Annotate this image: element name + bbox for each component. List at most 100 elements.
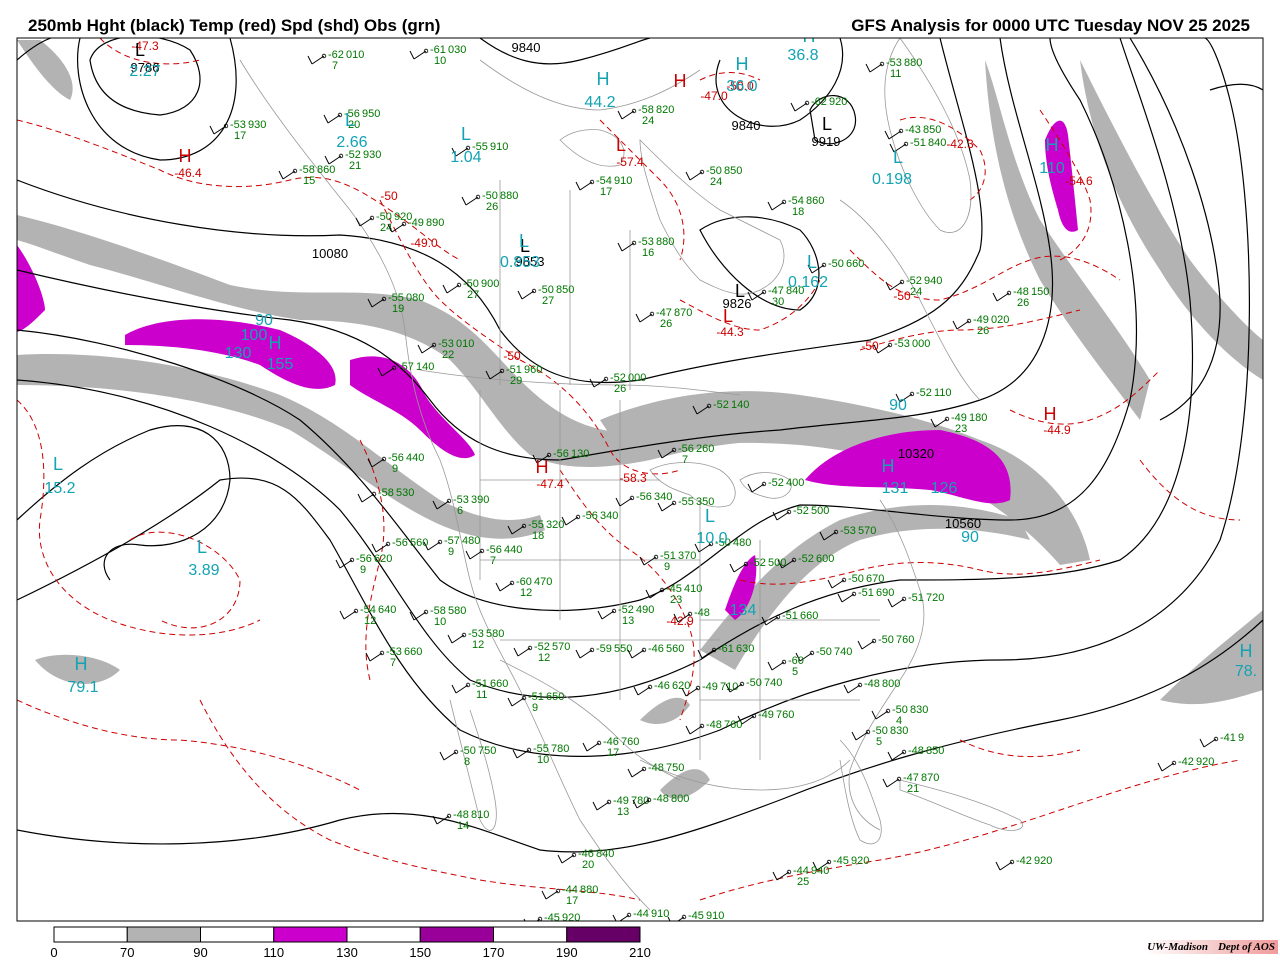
wind-barb-flag (513, 647, 519, 657)
wind-barb-flag (409, 50, 415, 60)
obs-height: 740 (764, 677, 782, 689)
wind-speed-label: 78. (1235, 663, 1257, 680)
wind-barb-flag (885, 281, 891, 291)
low-center-marker: L (735, 281, 745, 301)
wind-barb-flag (447, 634, 453, 644)
obs-height: 660 (800, 610, 818, 622)
wind-barb-flag (357, 493, 363, 503)
station-observation: -50 8304 (871, 704, 928, 727)
temperature-contour-label: -50 (861, 339, 879, 353)
station-observation: -50 88026 (461, 190, 518, 213)
temp-contour-4 (129, 531, 241, 629)
height-contour-9840-north (479, 38, 651, 65)
obs-height: 820 (656, 104, 674, 116)
height-contour-11280 (17, 619, 1263, 853)
obs-height: 840 (928, 137, 946, 149)
wind-barb-flag (729, 563, 735, 573)
station-observation: -59 550 (575, 643, 632, 659)
height-contour-label: 10080 (312, 246, 348, 261)
obs-height: 480 (462, 535, 480, 547)
temperature-contour-label: -50 (503, 349, 521, 363)
wind-speed-label: 134 (730, 602, 757, 619)
temp-contour-20 (699, 759, 1241, 901)
obs-temperature: -45 (833, 855, 849, 867)
obs-temperature: -52 (916, 387, 932, 399)
obs-dewpoint-depression: 10 (434, 616, 446, 628)
wind-barb-flag (617, 110, 623, 120)
wind-speed-label: 130 (225, 345, 252, 362)
temp-contour-21 (1139, 459, 1241, 521)
wind-barb-flag (871, 710, 877, 720)
obs-height: 850 (923, 124, 941, 136)
obs-height: 920 (1034, 855, 1052, 867)
wind-barb-flag (992, 292, 998, 302)
obs-height: 630 (736, 643, 754, 655)
obs-height: 800 (671, 793, 689, 805)
station-observation: -46 76017 (582, 736, 639, 759)
obs-height: 640 (378, 604, 396, 616)
obs-temperature: -53 (894, 338, 910, 350)
station-observation: -45 41023 (645, 583, 702, 606)
obs-dewpoint-depression: 8 (464, 756, 470, 768)
wind-speed-label: 36.8 (787, 47, 818, 64)
station-observation: -45 910 (667, 910, 724, 921)
wind-barb-flag (851, 731, 857, 741)
obs-temperature: -51 (908, 592, 924, 604)
obs-height: 030 (448, 44, 466, 56)
obs-height: 600 (816, 553, 834, 565)
obs-height: 880 (580, 884, 598, 896)
obs-height: 800 (882, 678, 900, 690)
obs-dewpoint-depression: 10 (434, 55, 446, 67)
obs-height: 920 (562, 912, 580, 924)
wind-barb-flag (323, 114, 329, 124)
obs-height: 910 (614, 175, 632, 187)
wind-barb-flag (639, 556, 645, 566)
obs-height: 000 (628, 372, 646, 384)
wind-speed-label: 126 (931, 480, 958, 497)
obs-temperature: -48 (653, 793, 669, 805)
obs-dewpoint-depression: 23 (955, 423, 967, 435)
jet-streak-alaska-gray (17, 40, 73, 100)
temperature-contour-label: -57.4 (616, 155, 644, 169)
wind-barb-flag (335, 559, 341, 569)
high-center-marker: H (597, 69, 610, 89)
obs-dewpoint-depression: 23 (670, 594, 682, 606)
obs-temperature: -45 (544, 912, 560, 924)
obs-temperature: -53 (840, 525, 856, 537)
wind-barb-flag (439, 751, 445, 761)
obs-dewpoint-depression: 12 (520, 587, 532, 599)
obs-height: 750 (666, 762, 684, 774)
obs-dewpoint-depression: 5 (792, 666, 798, 678)
station-observation: -53 58012 (447, 628, 504, 651)
obs-temperature: -41 (1220, 732, 1236, 744)
wind-speed-label: 79.1 (67, 679, 98, 696)
station-observation: -53 88011 (865, 57, 922, 80)
temperature-contour-label: -49.0 (410, 236, 438, 250)
obs-height: 400 (786, 477, 804, 489)
station-observation: -48 15026 (992, 286, 1049, 309)
obs-temperature: -56 (553, 448, 569, 460)
obs-temperature: -56 (636, 491, 652, 503)
height-contour-10800 (17, 38, 1194, 699)
obs-dewpoint-depression: 10 (537, 754, 549, 766)
wind-barb-flag (575, 181, 581, 191)
obs-height: 920 (829, 96, 847, 108)
obs-dewpoint-depression: 7 (390, 657, 396, 669)
station-observation: -52 400 (747, 477, 804, 493)
low-center-marker: L (135, 40, 145, 60)
high-center-marker: H (882, 456, 895, 476)
obs-height: 580 (448, 605, 466, 617)
obs-dewpoint-depression: 12 (538, 652, 550, 664)
obs-dewpoint-depression: 17 (234, 130, 246, 142)
station-observation: -56 340 (561, 510, 618, 526)
obs-dewpoint-depression: 9 (448, 546, 454, 558)
temperature-contour-label: -47.4 (536, 477, 564, 491)
station-observation: -44 94025 (772, 865, 829, 888)
wind-barb-flag (597, 610, 603, 620)
obs-height: 780 (551, 743, 569, 755)
height-contour-label: 10320 (898, 446, 934, 461)
obs-temperature: -59 (596, 643, 612, 655)
obs-height: 850 (724, 165, 742, 177)
wind-barb-flag (790, 102, 796, 112)
obs-height: 9 (1238, 732, 1244, 744)
